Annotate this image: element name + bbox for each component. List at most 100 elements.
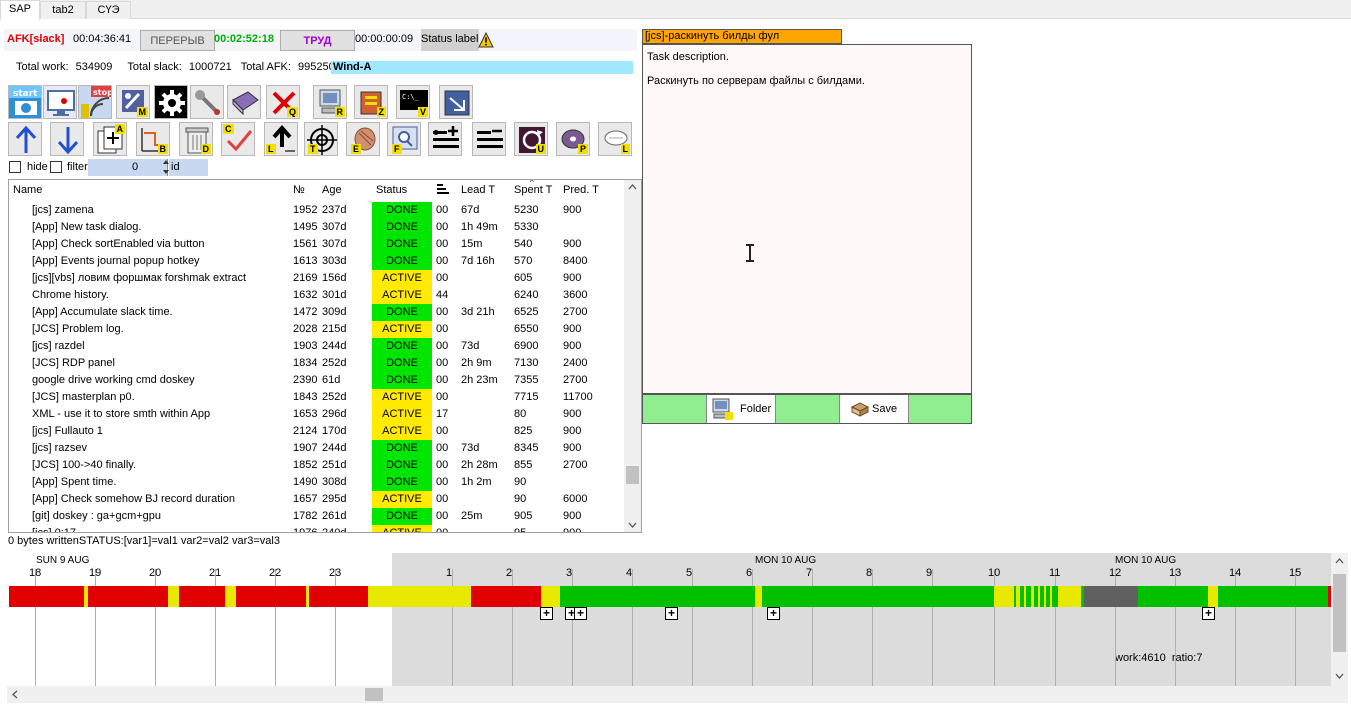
table-row[interactable]: [jcs] razsev 1907 244d 00 73d 8345 900 DONE <box>9 440 624 457</box>
cell-age: 307d <box>322 221 347 233</box>
tab-sue[interactable]: СҮЭ <box>86 1 131 19</box>
cell-predicted-time: 8400 <box>563 255 588 267</box>
table-row[interactable]: XML - use it to store smth within App 165… <box>9 406 624 423</box>
table-scrollbar[interactable] <box>624 180 641 532</box>
save-button[interactable]: Save <box>839 395 909 423</box>
status-badge: DONE <box>372 474 432 491</box>
stop-signal-button[interactable]: stop <box>78 85 112 119</box>
scroll-up-icon[interactable] <box>628 184 637 190</box>
col-lead-header[interactable]: Lead T <box>461 184 495 196</box>
cell-name: XML - use it to store smth within App <box>32 408 211 420</box>
scroll-down-icon[interactable] <box>1335 673 1344 679</box>
task-description[interactable]: Task description. Раскинуть по серверам … <box>642 44 972 394</box>
priority-icon[interactable] <box>437 183 451 200</box>
table-row[interactable]: [App] Events journal popup hotkey 1613 303… <box>9 253 624 270</box>
add-copy-button[interactable]: A <box>93 122 127 156</box>
done-button[interactable]: C <box>221 122 255 156</box>
hand-button[interactable]: E <box>346 122 380 156</box>
total-slack-value: 1000721 <box>188 61 232 73</box>
timeline-add-marker[interactable]: + <box>540 607 553 620</box>
table-row[interactable]: [jcs][vbs] ловим форшмак forshmak extrac… <box>9 270 624 287</box>
scroll-down-icon[interactable] <box>628 522 637 528</box>
table-row[interactable]: Chrome history. 1632 301d 44 6240 3600 ACTIVE <box>9 287 624 304</box>
col-age-header[interactable]: Age <box>322 184 342 196</box>
disk-button[interactable]: P <box>556 122 590 156</box>
start-camera-button[interactable]: start <box>8 85 42 119</box>
table-row[interactable]: [App] New task dialog. 1495 307d 00 1h 49m 53… <box>9 219 624 236</box>
timeline-add-marker[interactable]: + <box>767 607 780 620</box>
hide-checkbox[interactable] <box>9 161 21 173</box>
table-row[interactable]: [jcs] razdel 1903 244d 00 73d 6900 900 DONE <box>9 338 624 355</box>
timeline-add-marker[interactable]: + <box>1202 607 1215 620</box>
table-row[interactable]: [JCS] RDP panel 1834 252d 00 2h 9m 7130 2400 DO… <box>9 355 624 372</box>
cancel-button[interactable]: Q <box>266 85 300 119</box>
cell-priority: 00 <box>436 374 449 386</box>
monitor-button[interactable] <box>43 85 77 119</box>
totals-line: Total work: 534909 Total slack: 1000721 … <box>16 61 341 73</box>
timeline-add-marker[interactable]: + <box>665 607 678 620</box>
col-pred-header[interactable]: Pred. T <box>563 184 599 196</box>
timeline-horizontal-scrollbar[interactable] <box>7 686 1348 703</box>
archive-button[interactable]: Z <box>354 85 388 119</box>
list-add-button[interactable] <box>428 122 462 156</box>
upload-button[interactable]: L <box>264 122 298 156</box>
timeline-vertical-scrollbar[interactable] <box>1331 553 1348 686</box>
table-row[interactable]: [App] Accumulate slack time. 1472 309d 00 3d… <box>9 304 624 321</box>
table-row[interactable]: [git] doskey : ga+gcm+gpu 1782 261d 00 25m 90… <box>9 508 624 525</box>
table-row[interactable]: [JCS] 100->40 finally. 1852 251d 00 2h 28m 85… <box>9 457 624 474</box>
table-scroll-thumb[interactable] <box>626 466 639 484</box>
book-button[interactable] <box>227 85 261 119</box>
console-button[interactable]: C:\_ V <box>396 85 430 119</box>
delete-button[interactable]: D <box>179 122 213 156</box>
tools-button[interactable]: M <box>116 85 150 119</box>
cell-age: 296d <box>322 408 347 420</box>
scroll-left-icon[interactable] <box>12 690 18 699</box>
table-row[interactable]: [JCS] masterplan p0. 1843 252d 00 7715 11700 A… <box>9 389 624 406</box>
tab-tab2[interactable]: tab2 <box>40 1 86 19</box>
table-row[interactable]: [jcs] 0:17 1976 240d 00 95 900 ACTIVE <box>9 525 624 532</box>
table-row[interactable]: [JCS] Problem log. 2028 215d 00 6550 900 ACTIV… <box>9 321 624 338</box>
target-button[interactable]: T <box>304 122 338 156</box>
id-field[interactable]: id <box>169 159 208 176</box>
cell-num: 1561 <box>293 238 318 250</box>
table-row[interactable]: [jcs] Fullauto 1 2124 170d 00 825 900 ACTIVE <box>9 423 624 440</box>
cloud-button[interactable]: L <box>598 122 632 156</box>
wrench-button[interactable] <box>190 85 224 119</box>
table-row[interactable]: [App] Check sortEnabled via button 1561 30… <box>9 236 624 253</box>
table-row[interactable]: google drive working cmd doskey 2390 61d 00… <box>9 372 624 389</box>
window-button[interactable] <box>439 85 473 119</box>
table-row[interactable]: [App] Check somehow BJ record duration 16… <box>9 491 624 508</box>
col-name-header[interactable]: Name <box>13 184 42 196</box>
cell-priority: 00 <box>436 459 449 471</box>
list-remove-button[interactable] <box>472 122 506 156</box>
table-row[interactable]: [App] Spent time. 1490 308d 00 1h 2m 90 DONE <box>9 474 624 491</box>
move-up-button[interactable] <box>8 122 42 156</box>
break-button[interactable]: ПЕРЕРЫВ <box>140 30 215 51</box>
settings-button[interactable] <box>154 85 188 119</box>
cell-name: [git] doskey : ga+gcm+gpu <box>32 510 162 522</box>
col-num-header[interactable]: № <box>293 184 305 196</box>
chart-button[interactable]: B <box>136 122 170 156</box>
computer-button[interactable]: R <box>313 85 347 119</box>
filter-text-input[interactable] <box>88 159 128 176</box>
folder-button[interactable]: Folder <box>706 395 776 423</box>
work-button[interactable]: ТРУД <box>280 30 355 51</box>
find-button[interactable]: F <box>387 122 421 156</box>
number-spinner[interactable]: 0 <box>128 159 168 176</box>
cell-priority: 00 <box>436 391 449 403</box>
timeline-add-marker[interactable]: + <box>574 607 587 620</box>
filter-checkbox[interactable] <box>50 161 62 173</box>
timeline-hscroll-thumb[interactable] <box>365 688 383 701</box>
status-badge: DONE <box>372 508 432 525</box>
move-down-button[interactable] <box>50 122 84 156</box>
col-status-header[interactable]: Status <box>376 184 407 196</box>
scroll-up-icon[interactable] <box>1335 558 1344 564</box>
refresh-button[interactable]: U <box>514 122 548 156</box>
timeline-vscroll-thumb[interactable] <box>1333 574 1346 652</box>
cell-spent-time: 7715 <box>514 391 539 403</box>
window-icon <box>444 90 470 116</box>
cell-name: [jcs] zamena <box>32 204 94 216</box>
tab-sap[interactable]: SAP <box>0 0 40 20</box>
hotkey-letter: D <box>200 144 211 154</box>
table-row[interactable]: [jcs] zamena 1952 237d 00 67d 5230 900 DONE <box>9 202 624 219</box>
